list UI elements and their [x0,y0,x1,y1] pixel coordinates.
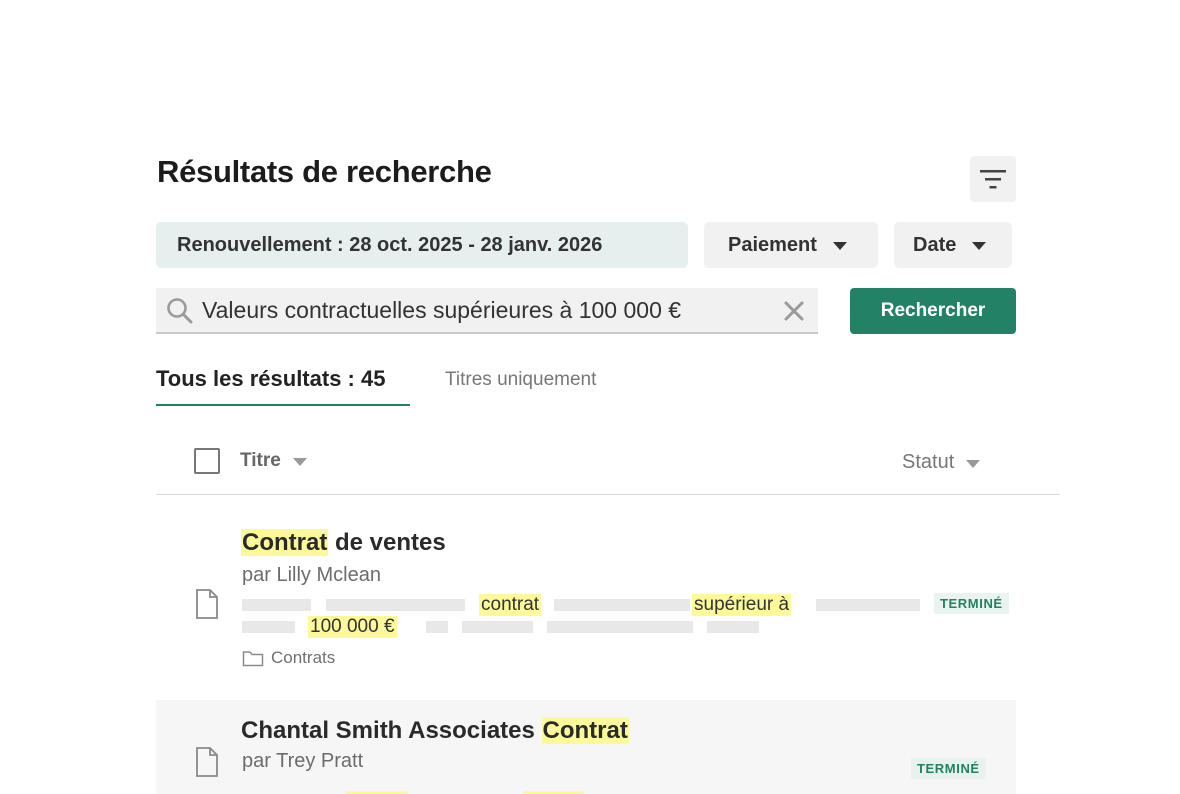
search-button[interactable]: Rechercher [850,288,1016,334]
title-column-header[interactable]: Titre [240,450,307,472]
search-input[interactable] [202,294,762,326]
chevron-down-icon [972,242,987,250]
payment-filter-label: Paiement [728,233,817,256]
filter-icon [980,170,1006,189]
redacted-text [242,599,311,611]
title-text: de ventes [328,529,446,556]
document-icon [195,589,219,624]
page-title: Résultats de recherche [157,154,492,189]
payment-filter-dropdown[interactable]: Paiement [704,222,878,268]
renewal-date-label: Renouvellement : 28 oct. 2025 - 28 janv.… [177,233,603,256]
title-highlight: Contrat [241,529,329,556]
header-divider [156,494,1060,495]
search-box [156,288,818,334]
result-title[interactable]: Chantal Smith Associates Contrat [241,717,629,745]
redacted-text [426,621,448,633]
snippet-highlight: supérieur à [692,594,792,616]
renewal-date-chip[interactable]: Renouvellement : 28 oct. 2025 - 28 janv.… [156,222,688,268]
redacted-text [707,621,759,633]
snippet-highlight: 100 000 € [308,616,397,638]
status-badge: TERMINÉ [911,758,986,779]
redacted-text [547,621,693,633]
filter-button[interactable] [970,156,1016,202]
chevron-down-icon [832,242,847,250]
redacted-text [554,599,690,611]
title-highlight: Contrat [541,717,629,744]
folder-label[interactable]: Contrats [271,648,335,668]
redacted-text [816,599,920,611]
redacted-text [326,599,465,611]
document-icon [195,747,219,782]
redacted-text [242,621,295,633]
sort-caret-icon [292,458,307,466]
tab-all-results[interactable]: Tous les résultats : 45 [156,366,410,406]
result-row[interactable] [156,700,1016,794]
result-author: par Trey Pratt [242,750,364,772]
result-title[interactable]: Contrat de ventes [241,529,446,557]
date-filter-label: Date [913,233,957,256]
status-badge: TERMINÉ [934,593,1009,614]
select-all-checkbox[interactable] [194,448,220,474]
clear-search-icon[interactable] [783,300,805,327]
folder-icon [242,649,264,672]
result-author: par Lilly Mclean [242,564,381,586]
search-icon [166,297,194,330]
redacted-text [462,621,533,633]
status-column-header[interactable]: Statut [902,451,981,474]
sort-caret-icon [966,459,981,468]
title-text: Chantal Smith Associates [241,717,542,744]
date-filter-dropdown[interactable]: Date [894,222,1012,268]
status-column-label: Statut [902,451,955,473]
tab-titles-only[interactable]: Titres uniquement [445,369,596,391]
title-column-label: Titre [240,450,281,471]
snippet-highlight: contrat [479,594,542,616]
